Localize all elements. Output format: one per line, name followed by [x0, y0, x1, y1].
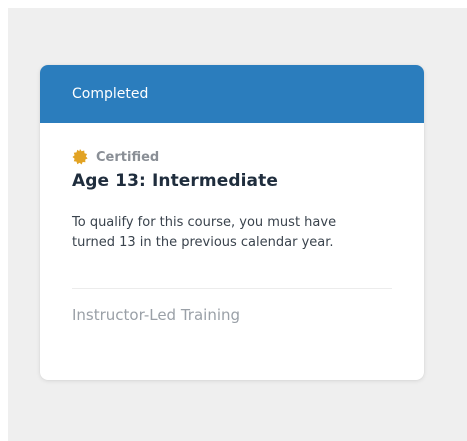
status-label: Completed: [72, 86, 149, 102]
course-description: To qualify for this course, you must hav…: [72, 215, 337, 250]
page-background: Completed Certified Age 13: Intermediate…: [8, 8, 467, 441]
certified-badge-icon: [72, 149, 88, 165]
card-body: Certified Age 13: Intermediate To qualif…: [40, 123, 424, 324]
certification-row: Certified: [72, 147, 392, 167]
divider: [72, 288, 392, 289]
training-type-label: Instructor-Led Training: [72, 306, 241, 324]
course-title: Age 13: Intermediate: [72, 171, 278, 191]
certification-label: Certified: [96, 149, 160, 165]
course-card[interactable]: Completed Certified Age 13: Intermediate…: [40, 65, 424, 380]
card-status-header: Completed: [40, 65, 424, 123]
